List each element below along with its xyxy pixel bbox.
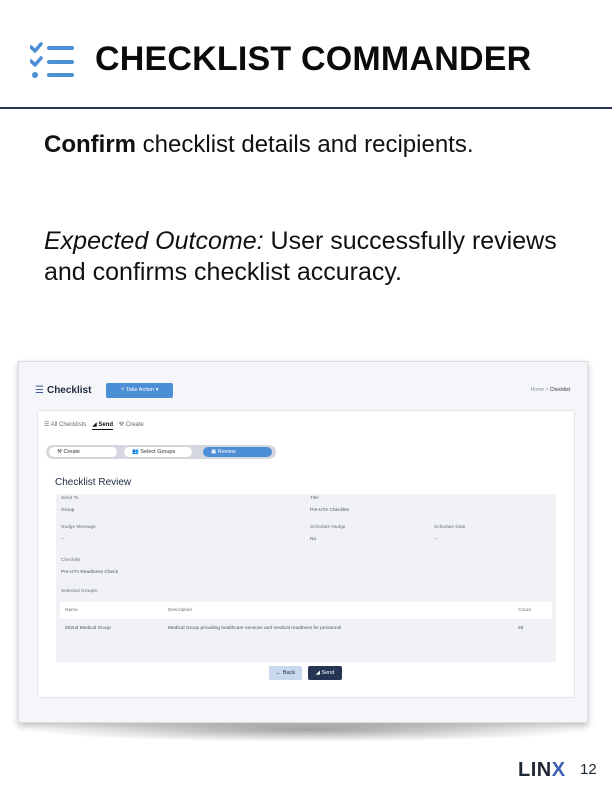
app-screenshot: ☰ Checklist ⚡ Take Action ▾ Home > Checkl…	[18, 361, 588, 723]
group-count: 28	[518, 626, 524, 631]
linx-logo-x: X	[551, 759, 566, 781]
expected-outcome: Expected Outcome: User successfully revi…	[44, 226, 584, 288]
tab-send[interactable]: ◢ Send	[92, 421, 114, 430]
selected-groups-label: Selected Groups:	[61, 589, 99, 594]
review-title: Checklist Review	[55, 477, 132, 488]
nudge-message-label: Nudge Message	[61, 525, 96, 530]
step-select-groups[interactable]: 👥 Select Groups	[124, 447, 192, 457]
app-title-label: Checklist	[46, 385, 92, 396]
take-action-button[interactable]: ⚡ Take Action ▾	[106, 383, 173, 398]
outcome-label: Expected Outcome:	[44, 227, 264, 255]
tab-bar: ☰ All Checklists ◢ Send ⚒ Create	[44, 421, 148, 430]
app-title: ☰ Checklist	[35, 385, 91, 396]
linx-logo-a: LIN	[518, 759, 552, 781]
slide-header: CHECKLIST COMMANDER	[0, 0, 612, 109]
schedule-date-value: --	[434, 537, 438, 542]
step-create[interactable]: ⚒ Create	[49, 447, 117, 457]
group-name: 932nd Medical Group	[65, 626, 111, 631]
group-description: Medical Group providing healthcare servi…	[168, 626, 342, 631]
page-number: 12	[580, 761, 597, 778]
confirm-rest: checklist details and recipients.	[136, 131, 474, 158]
send-to-value: Group	[61, 508, 75, 513]
linx-logo: LINX	[518, 759, 566, 782]
send-button[interactable]: ◢ Send	[308, 666, 342, 680]
list-icon: ☰	[35, 385, 44, 396]
checklist-logo-icon	[30, 42, 74, 78]
slide-title: CHECKLIST COMMANDER	[95, 40, 532, 78]
send-to-label: Send To	[61, 496, 79, 501]
title-label: Title	[310, 496, 319, 501]
breadcrumb-home[interactable]: Home	[531, 387, 544, 393]
tab-create[interactable]: ⚒ Create	[119, 421, 144, 428]
header-description: Description	[168, 608, 192, 613]
step-review[interactable]: ▣ Review	[203, 447, 272, 457]
table-row: 932nd Medical Group Medical Group provid…	[60, 619, 552, 639]
tab-all-checklists[interactable]: ☰ All Checklists	[44, 421, 86, 428]
table-header: Name Description Count	[60, 602, 552, 619]
schedule-nudge-value: No	[310, 537, 317, 542]
review-panel: Send To Group Title Pre-UTA Checklist Nu…	[56, 494, 556, 662]
schedule-nudge-label: Schedule Nudge	[310, 525, 346, 530]
title-value: Pre-UTA Checklist	[310, 508, 349, 513]
back-button[interactable]: ← Back	[269, 666, 302, 680]
confirm-line: Confirm checklist details and recipients…	[44, 131, 474, 159]
checklist-label: Checklist	[61, 558, 81, 563]
breadcrumb: Home > Checklist	[531, 387, 570, 393]
header-count: Count	[518, 608, 531, 613]
checklist-value: Pre-UTA Readiness Check	[61, 570, 118, 575]
groups-table: Name Description Count 932nd Medical Gro…	[60, 602, 552, 639]
confirm-bold: Confirm	[44, 131, 136, 158]
checklist-card: ☰ All Checklists ◢ Send ⚒ Create ⚒ Creat…	[37, 410, 575, 698]
nudge-message-value: --	[61, 537, 65, 542]
header-name: Name	[65, 608, 78, 613]
wizard-stepper: ⚒ Create 👥 Select Groups ▣ Review	[46, 445, 276, 459]
breadcrumb-current: Checklist	[549, 387, 570, 393]
schedule-date-label: Schedule Date	[434, 525, 466, 530]
app-header: ☰ Checklist ⚡ Take Action ▾ Home > Checkl…	[19, 376, 587, 406]
